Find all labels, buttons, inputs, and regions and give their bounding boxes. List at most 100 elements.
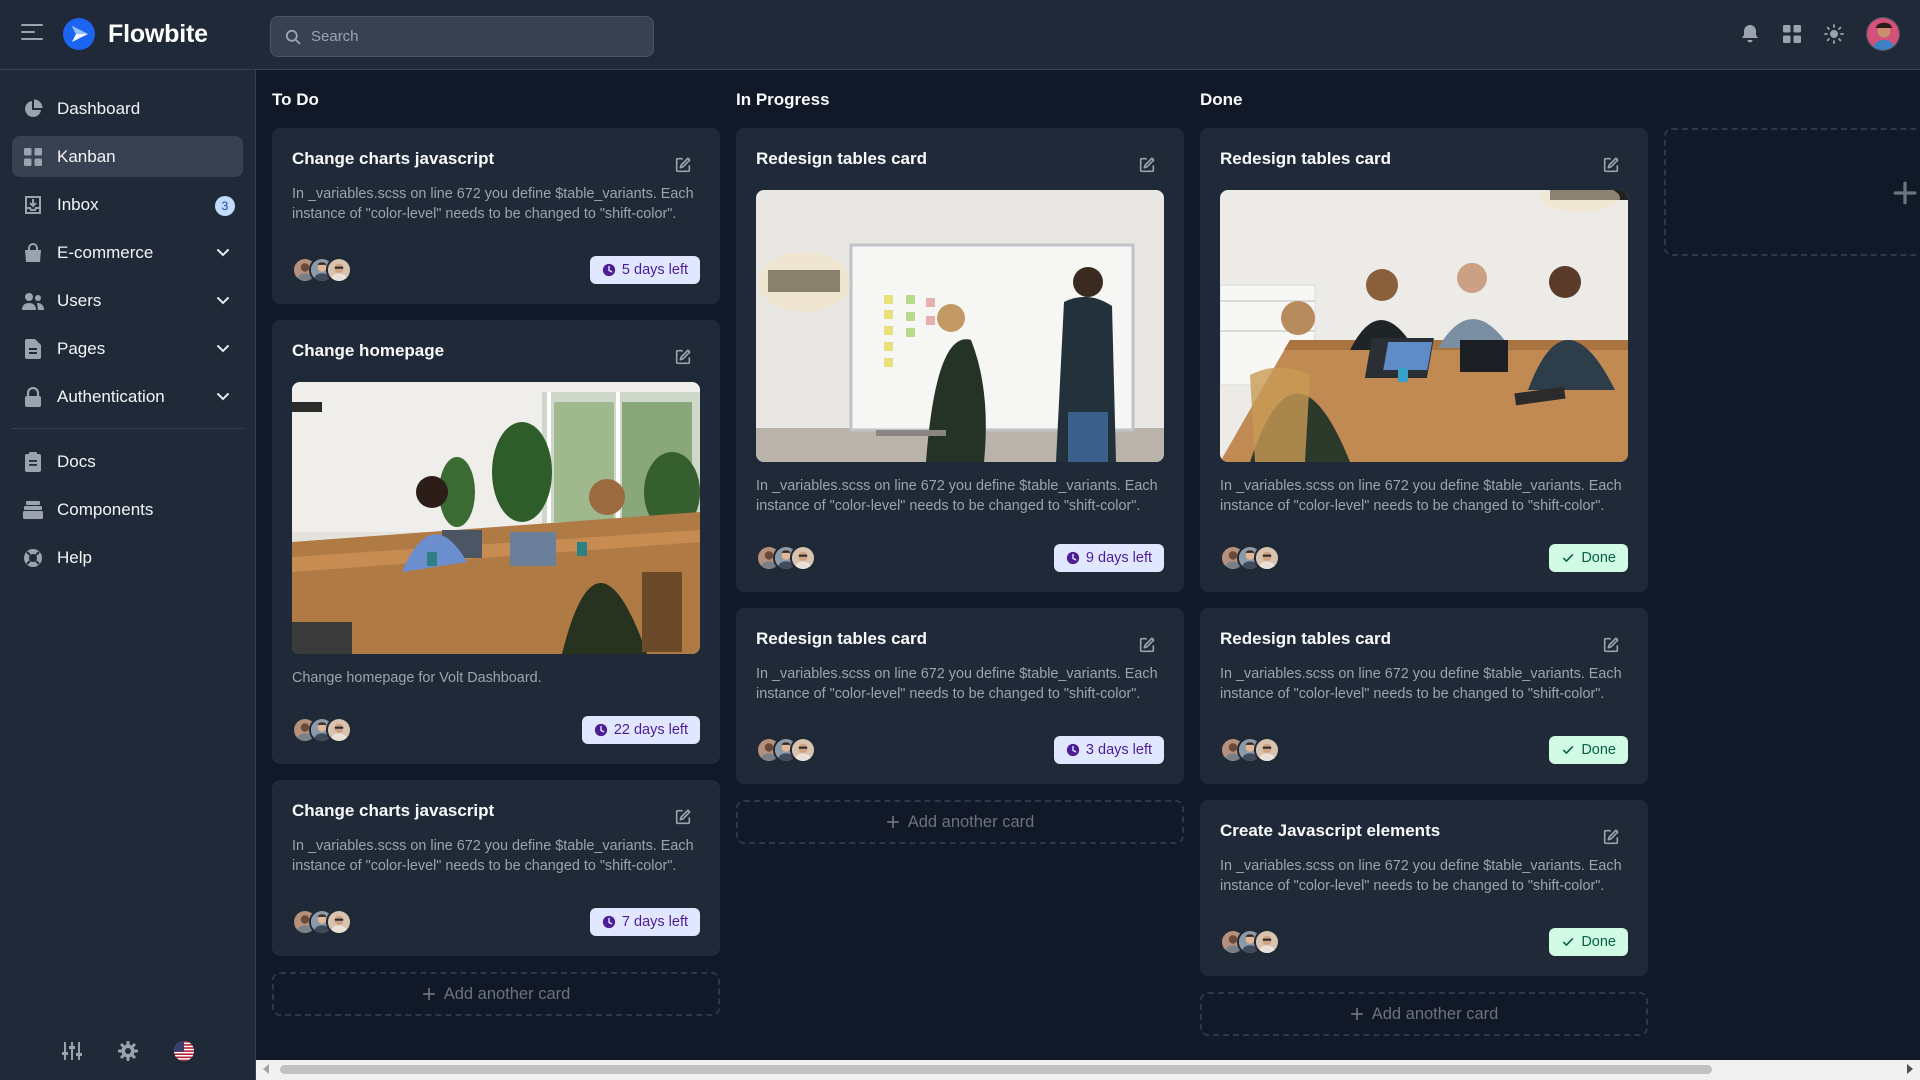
scroll-left-arrow-icon[interactable] [263,1064,269,1074]
card-title: Redesign tables card [756,149,928,168]
kanban-card[interactable]: Change charts javascript In _variables.s… [272,780,720,956]
assignee-avatars[interactable] [756,545,816,571]
kanban-card[interactable]: Change charts javascript In _variables.s… [272,128,720,304]
avatar [1254,929,1280,955]
search-input[interactable] [311,28,631,45]
add-card-button[interactable]: Add another card [736,800,1184,844]
edit-icon[interactable] [1138,156,1156,174]
edit-icon[interactable] [1602,156,1620,174]
plus-icon [1892,180,1918,206]
kanban-card[interactable]: Change homepage Change homepage for Volt… [272,320,720,764]
status-badge: Done [1549,928,1628,956]
assignee-avatars[interactable] [756,737,816,763]
us-flag-icon[interactable] [173,1040,195,1062]
sidebar-item-label: Help [57,547,92,567]
user-avatar[interactable] [1866,17,1900,51]
sidebar-item-users[interactable]: Users [12,280,243,321]
check-icon [1561,743,1575,757]
horizontal-scrollbar[interactable] [256,1060,1920,1080]
edit-icon[interactable] [674,156,692,174]
edit-icon[interactable] [674,808,692,826]
chevron-down-icon[interactable] [215,388,231,404]
kanban-card[interactable]: Redesign tables card In _variables.scss … [1200,128,1648,592]
add-card-button[interactable]: Add another card [272,972,720,1016]
kanban-card[interactable]: Create Javascript elements In _variables… [1200,800,1648,976]
bell-icon[interactable] [1740,24,1760,44]
card-title: Change homepage [292,341,445,360]
lock-icon [22,386,44,408]
clock-icon [594,723,608,737]
gear-icon[interactable] [117,1040,139,1062]
due-badge: 3 days left [1053,736,1164,764]
column-title: To Do [272,90,319,109]
due-badge: 22 days left [581,716,700,744]
sidebar-item-kanban[interactable]: Kanban [12,136,243,177]
card-title: Change charts javascript [292,801,495,820]
sidebar-item-components[interactable]: Components [12,489,243,530]
apps-grid-icon[interactable] [1782,24,1802,44]
clipboard-icon [22,451,44,473]
due-badge: 9 days left [1053,544,1164,572]
assignee-avatars[interactable] [292,257,352,283]
sidebar-item-label: Authentication [57,386,165,406]
sun-icon[interactable] [1824,24,1844,44]
kanban-card[interactable]: Redesign tables card In _variables.scss … [1200,608,1648,784]
column-title: In Progress [736,90,830,109]
sidebar-item-pages[interactable]: Pages [12,328,243,369]
sliders-icon[interactable] [61,1040,83,1062]
scrollbar-thumb[interactable] [280,1065,1712,1074]
grid-icon [22,146,44,168]
avatar [790,737,816,763]
check-icon [1561,935,1575,949]
sidebar-item-help[interactable]: Help [12,537,243,578]
sidebar-item-inbox[interactable]: Inbox 3 [12,184,243,225]
clock-icon [602,263,616,277]
stack-icon [22,499,44,521]
sidebar-item-label: Users [57,290,102,310]
assignee-avatars[interactable] [292,717,352,743]
sidebar-item-dashboard[interactable]: Dashboard [12,88,243,129]
edit-icon[interactable] [674,348,692,366]
menu-toggle-icon[interactable] [21,24,43,44]
chevron-down-icon[interactable] [215,244,231,260]
card-description: In _variables.scss on line 672 you defin… [756,666,1158,702]
assignee-avatars[interactable] [1220,545,1280,571]
assignee-avatars[interactable] [292,909,352,935]
card-image [756,190,1164,462]
edit-icon[interactable] [1602,828,1620,846]
sidebar: Dashboard Kanban Inbox 3 E-commerce User… [0,70,256,1080]
sidebar-item-docs[interactable]: Docs [12,441,243,482]
sidebar-item-authentication[interactable]: Authentication [12,376,243,417]
kanban-card[interactable]: Redesign tables card In _variables.scss … [736,608,1184,784]
chevron-down-icon[interactable] [215,340,231,356]
users-icon [22,290,44,312]
sidebar-item-label: Components [57,499,154,519]
card-description: In _variables.scss on line 672 you defin… [292,838,694,874]
brand-logo[interactable]: Flowbite [62,17,208,51]
sidebar-item-label: Dashboard [57,98,141,118]
card-description: Change homepage for Volt Dashboard. [292,670,542,686]
plus-icon [422,987,436,1001]
sidebar-divider [12,428,243,429]
check-icon [1561,551,1575,565]
add-card-button[interactable]: Add another card [1200,992,1648,1036]
search-box[interactable] [270,16,654,57]
column-title: Done [1200,90,1243,109]
flowbite-logo-icon [63,18,95,50]
kanban-board: To Do Change charts javascript In _varia… [256,70,1920,1060]
card-title: Change charts javascript [292,149,495,168]
sidebar-item-ecommerce[interactable]: E-commerce [12,232,243,273]
chevron-down-icon[interactable] [215,292,231,308]
add-column-button[interactable] [1664,128,1920,256]
avatar [790,545,816,571]
assignee-avatars[interactable] [1220,929,1280,955]
edit-icon[interactable] [1602,636,1620,654]
assignee-avatars[interactable] [1220,737,1280,763]
plus-icon [886,815,900,829]
scroll-right-arrow-icon[interactable] [1907,1064,1913,1074]
sidebar-item-label: Docs [57,451,96,471]
search-icon [285,29,301,44]
edit-icon[interactable] [1138,636,1156,654]
card-description: In _variables.scss on line 672 you defin… [756,478,1158,514]
kanban-card[interactable]: Redesign tables card In _variables.scss … [736,128,1184,592]
